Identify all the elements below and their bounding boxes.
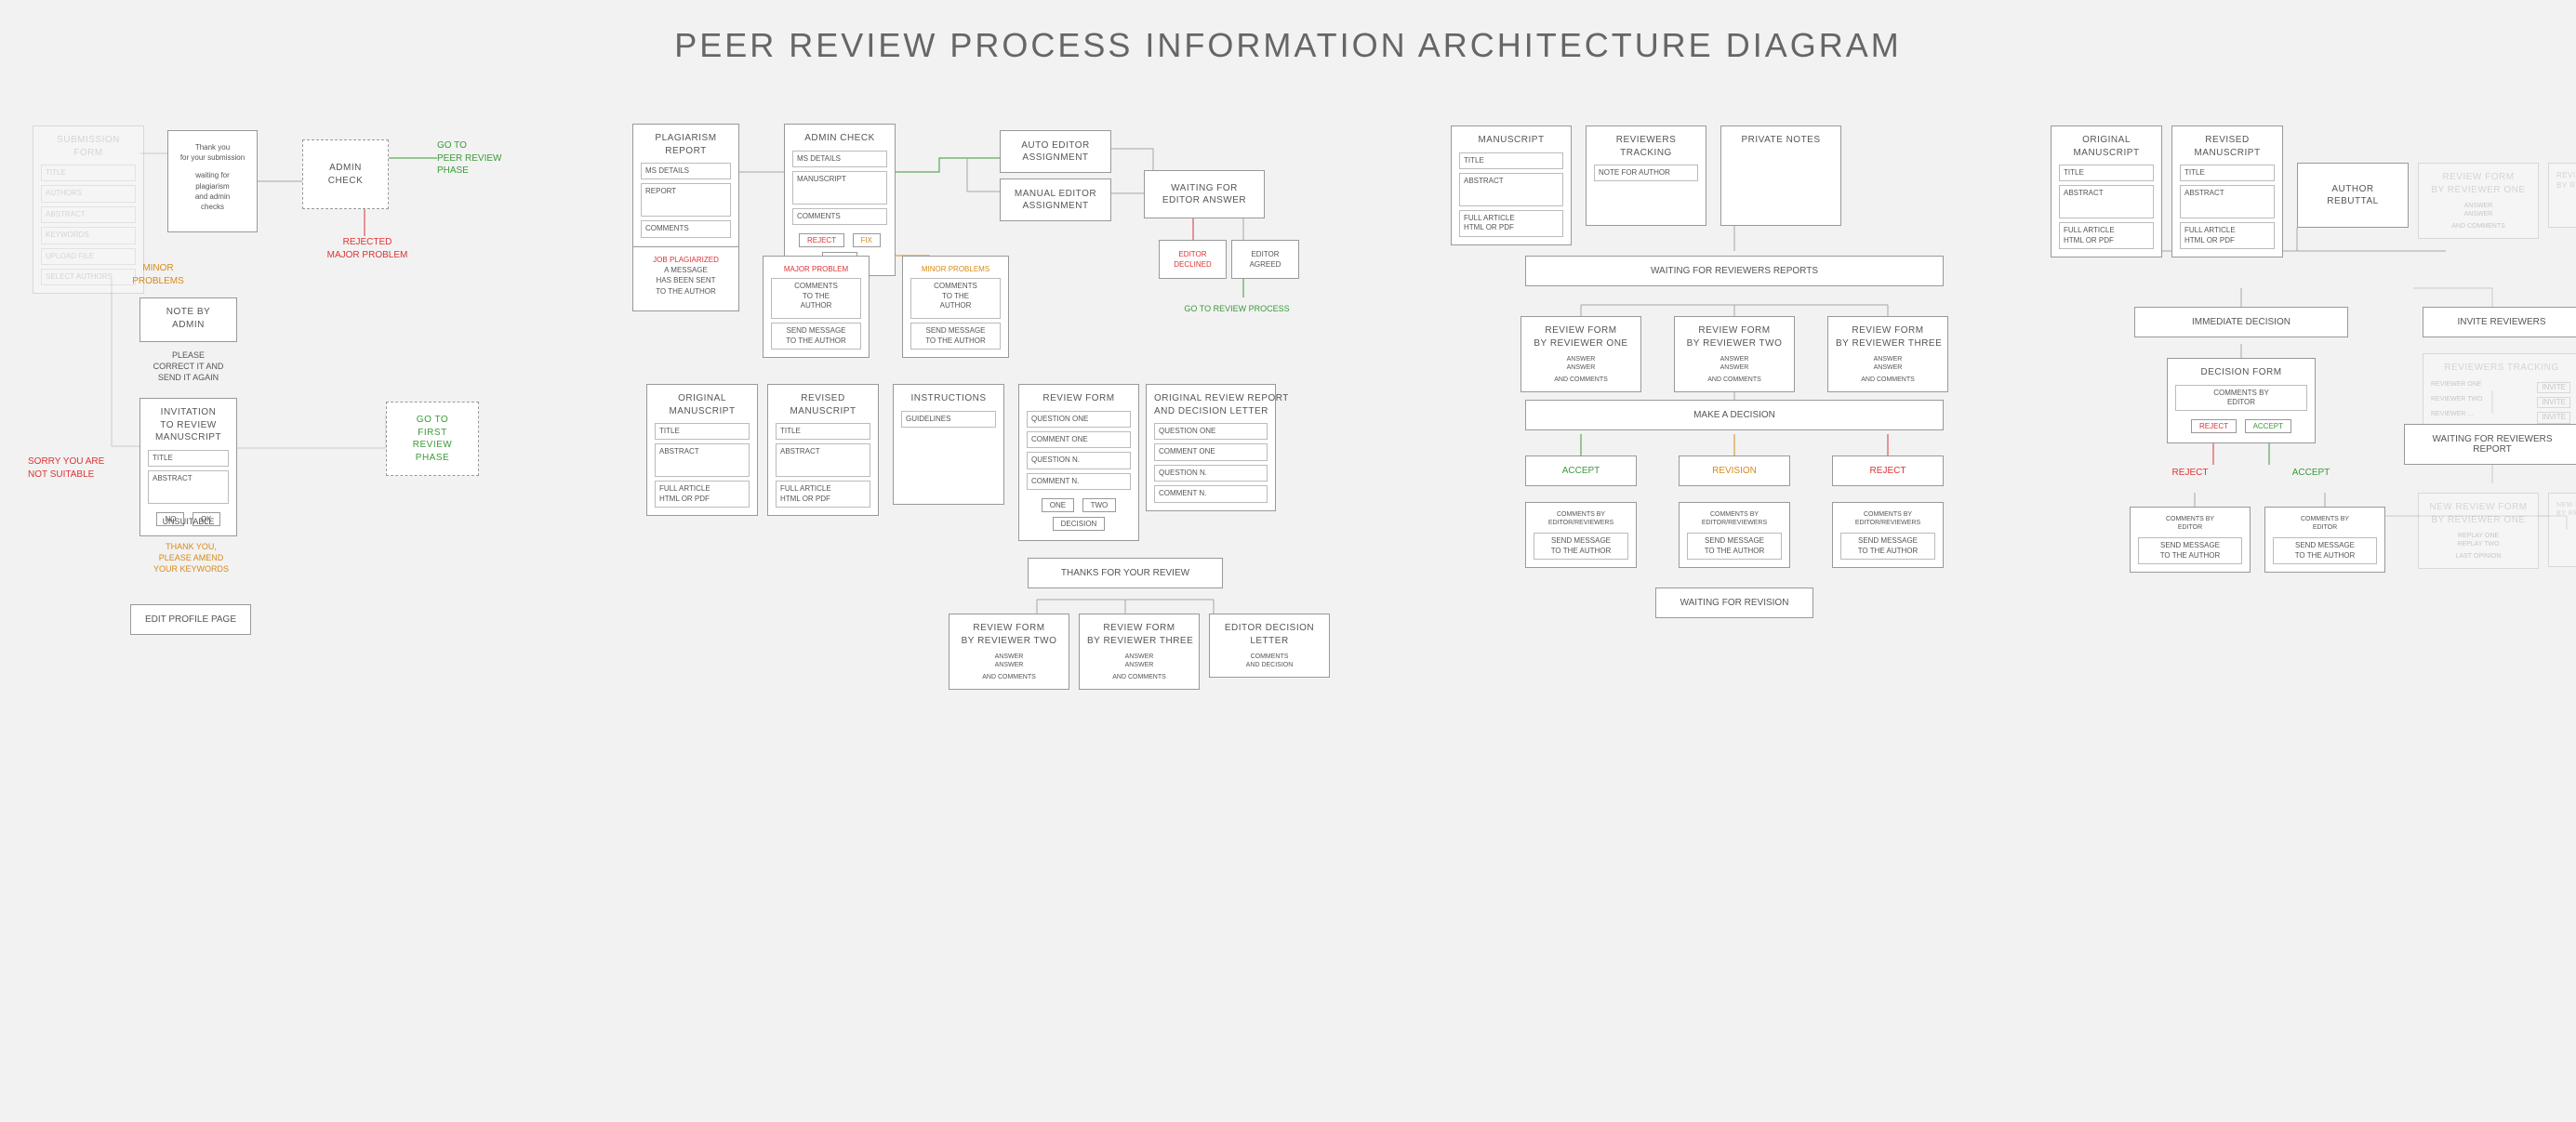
waiting-reports-bar: WAITING FOR REVIEWERS REPORTS <box>1525 256 1944 286</box>
invite-r1-button[interactable]: INVITE <box>2537 382 2570 393</box>
editor-decision-letter-box: EDITOR DECISION LETTER COMMENTS AND DECI… <box>1209 614 1330 678</box>
waiting-reports2-bar: WAITING FOR REVIEWERS REPORT <box>2404 424 2576 465</box>
goto-peer-review-label: GO TO PEER REVIEW PHASE <box>437 139 521 178</box>
comments-er-accept-box: COMMENTS BY EDITOR/REVIEWERS SEND MESSAG… <box>1525 502 1637 568</box>
thank-you-submission-box: Thank you for your submission waiting fo… <box>167 130 258 232</box>
admin-reject-button[interactable]: REJECT <box>799 233 844 247</box>
rejected-major-label: REJECTEDMAJOR PROBLEM <box>321 236 414 261</box>
private-notes-box: PRIVATE NOTES <box>1720 125 1841 226</box>
editor-accept-send-button[interactable]: SEND MESSAGE TO THE AUTHOR <box>2273 537 2377 564</box>
accept-label: ACCEPT <box>2283 467 2339 480</box>
amend-keywords-label: THANK YOU, PLEASE AMEND YOUR KEYWORDS <box>147 541 235 574</box>
note-by-admin-box: NOTE BY ADMIN <box>139 297 237 342</box>
review-decision-button[interactable]: DECISION <box>1053 517 1106 531</box>
manuscript-box: MANUSCRIPT TITLE ABSTRACT FULL ARTICLE H… <box>1451 125 1572 245</box>
review-form-r2-box: REVIEW FORM BY REVIEWER TWO ANSWER ANSWE… <box>949 614 1069 690</box>
comments-editor-accept-box: COMMENTS BY EDITOR SEND MESSAGE TO THE A… <box>2264 507 2385 573</box>
job-plagiarized-box: JOB PLAGIARIZED A MESSAGE HAS BEEN SENT … <box>632 246 739 311</box>
major-problem-box: MAJOR PROBLEM COMMENTS TO THE AUTHOR SEN… <box>763 256 870 358</box>
reject-label: REJECT <box>2162 467 2218 480</box>
review-form-r3-box: REVIEW FORM BY REVIEWER THREE ANSWER ANS… <box>1079 614 1200 690</box>
decision-accept-button[interactable]: ACCEPT <box>2245 419 2291 433</box>
diagram-title: PEER REVIEW PROCESS INFORMATION ARCHITEC… <box>0 26 2576 65</box>
editor-reject-send-button[interactable]: SEND MESSAGE TO THE AUTHOR <box>2138 537 2242 564</box>
editor-agreed-box: EDITOR AGREED <box>1231 240 1299 279</box>
revised-manuscript-box: REVISED MANUSCRIPT TITLE ABSTRACT FULL A… <box>767 384 879 516</box>
accept-send-message-button[interactable]: SEND MESSAGE TO THE AUTHOR <box>1534 533 1628 560</box>
goto-first-review-dashed: GO TO FIRST REVIEW PHASE <box>386 402 479 476</box>
minor-problems-label: MINOR PROBLEMS <box>126 262 191 287</box>
auto-editor-box: AUTO EDITOR ASSIGNMENT <box>1000 130 1111 173</box>
original-review-report-box: ORIGINAL REVIEW REPORT AND DECISION LETT… <box>1146 384 1276 511</box>
review-one-button[interactable]: ONE <box>1042 498 1074 512</box>
new-rf1-box: NEW REVIEW FORM BY REVIEWER ONE REPLAY O… <box>2418 493 2539 569</box>
please-correct-label: PLEASE CORRECT IT AND SEND IT AGAIN <box>139 350 237 383</box>
instructions-box: INSTRUCTIONS GUIDELINES <box>893 384 1004 505</box>
invite-r2-button[interactable]: INVITE <box>2537 397 2570 408</box>
reviewers-tracking2-box: REVIEWERS TRACKING REVIEWER ONEINVITE RE… <box>2423 353 2576 434</box>
immediate-decision-bar: IMMEDIATE DECISION <box>2134 307 2348 337</box>
reject-box[interactable]: REJECT <box>1832 455 1944 486</box>
reject-send-message-button[interactable]: SEND MESSAGE TO THE AUTHOR <box>1840 533 1935 560</box>
admin-check-dashed: ADMIN CHECK <box>302 139 389 209</box>
comments-er-reject-box: COMMENTS BY EDITOR/REVIEWERS SEND MESSAG… <box>1832 502 1944 568</box>
minor-problems-box: MINOR PROBLEMS COMMENTS TO THE AUTHOR SE… <box>902 256 1009 358</box>
waiting-editor-box: WAITING FOR EDITOR ANSWER <box>1144 170 1265 218</box>
reviewers-tracking-box: REVIEWERS TRACKING NOTE FOR AUTHOR <box>1586 125 1706 226</box>
accept-box[interactable]: ACCEPT <box>1525 455 1637 486</box>
invite-r3-button[interactable]: INVITE <box>2537 412 2570 423</box>
editor-declined-box: EDITOR DECLINED <box>1159 240 1227 279</box>
author-rebuttal-box: AUTHOR REBUTTAL <box>2297 163 2409 228</box>
major-send-message-button[interactable]: SEND MESSAGE TO THE AUTHOR <box>771 323 861 350</box>
make-decision-bar: MAKE A DECISION <box>1525 400 1944 430</box>
new-rf2-box: NEW REVIEW FORM BY REVIEWER TWO <box>2548 493 2576 567</box>
unsuitable-label: UNSUITABLE <box>144 516 232 527</box>
comments-editor-reject-box: COMMENTS BY EDITOR SEND MESSAGE TO THE A… <box>2130 507 2251 573</box>
review-two-button[interactable]: TWO <box>1082 498 1117 512</box>
goto-review-process-label: GO TO REVIEW PROCESS <box>1162 303 1311 314</box>
revision-box[interactable]: REVISION <box>1679 455 1790 486</box>
review-r2-faint-box: REVIEW FORM BY REVIEWER TWO <box>2548 163 2576 228</box>
decision-form-box: DECISION FORM COMMENTS BY EDITOR REJECT … <box>2167 358 2316 443</box>
original-manuscript-box: ORIGINAL MANUSCRIPT TITLE ABSTRACT FULL … <box>646 384 758 516</box>
original-manuscript-right-box: ORIGINAL MANUSCRIPT TITLE ABSTRACT FULL … <box>2051 125 2162 257</box>
review-r1-faint-box: REVIEW FORM BY REVIEWER ONE ANSWER ANSWE… <box>2418 163 2539 239</box>
admin-fix-button[interactable]: FIX <box>853 233 881 247</box>
revised-manuscript-right-box: REVISED MANUSCRIPT TITLE ABSTRACT FULL A… <box>2171 125 2283 257</box>
manual-editor-box: MANUAL EDITOR ASSIGNMENT <box>1000 178 1111 221</box>
rf2-box: REVIEW FORM BY REVIEWER TWO ANSWER ANSWE… <box>1674 316 1795 392</box>
sorry-unsuitable-label: SORRY YOU ARE NOT SUITABLE <box>28 455 130 481</box>
admin-check-box: ADMIN CHECK MS DETAILS MANUSCRIPT COMMEN… <box>784 124 896 276</box>
rf1-box: REVIEW FORM BY REVIEWER ONE ANSWER ANSWE… <box>1520 316 1641 392</box>
edit-profile-page-box: EDIT PROFILE PAGE <box>130 604 251 635</box>
invite-reviewers-bar: INVITE REVIEWERS <box>2423 307 2576 337</box>
revision-send-message-button[interactable]: SEND MESSAGE TO THE AUTHOR <box>1687 533 1782 560</box>
decision-reject-button[interactable]: REJECT <box>2191 419 2237 433</box>
thanks-review-bar: THANKS FOR YOUR REVIEW <box>1028 558 1223 588</box>
rf3-box: REVIEW FORM BY REVIEWER THREE ANSWER ANS… <box>1827 316 1948 392</box>
minor-send-message-button[interactable]: SEND MESSAGE TO THE AUTHOR <box>910 323 1001 350</box>
waiting-revision-bar: WAITING FOR REVISION <box>1655 587 1813 618</box>
review-form-box: REVIEW FORM QUESTION ONE COMMENT ONE QUE… <box>1018 384 1139 541</box>
comments-er-revision-box: COMMENTS BY EDITOR/REVIEWERS SEND MESSAG… <box>1679 502 1790 568</box>
